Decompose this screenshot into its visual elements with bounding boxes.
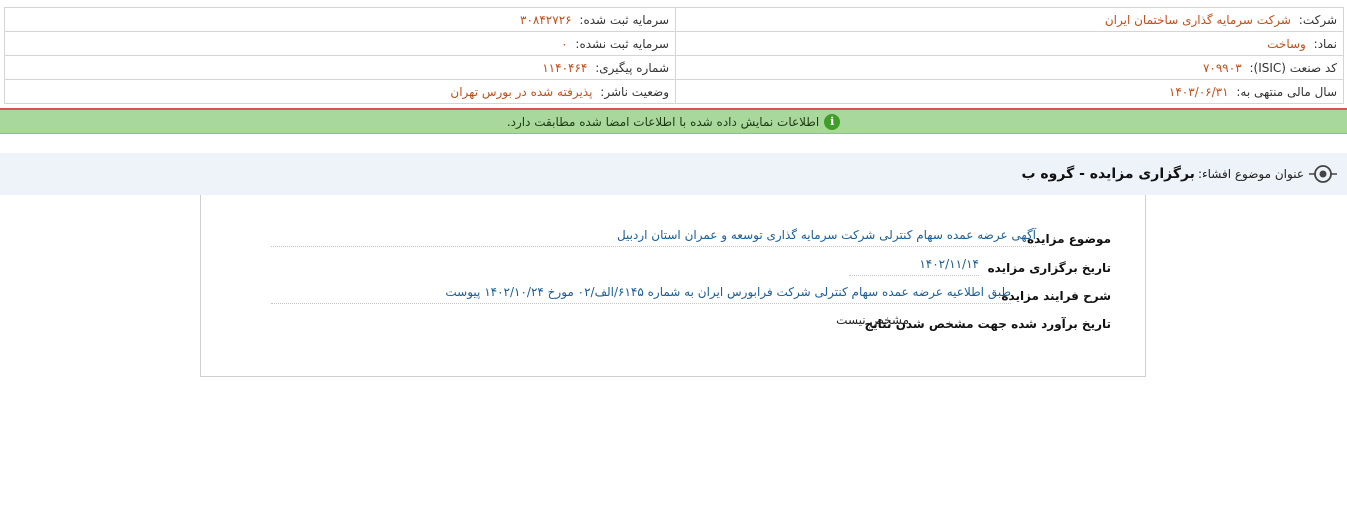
details-panel: موضوع مزایده آگهی عرضه عمده سهام کنترلی … — [200, 195, 1146, 377]
registered-capital-cell: سرمایه ثبت شده: ۳۰۸۴۲۷۲۶ — [4, 7, 676, 32]
isic-value: ۷۰۹۹۰۳ — [1202, 60, 1242, 75]
auction-process-label: شرح فرایند مزایده — [1001, 289, 1111, 303]
info-row: سال مالی منتهی به: ۱۴۰۳/۰۶/۳۱ وضعیت ناشر… — [4, 79, 1344, 104]
info-icon: i — [824, 113, 841, 130]
tracking-cell: شماره پیگیری: ۱۱۴۰۴۶۴ — [4, 55, 676, 80]
unregistered-capital-value: ۰ — [561, 36, 568, 51]
verification-banner: i اطلاعات نمایش داده شده با اطلاعات امضا… — [0, 110, 1347, 134]
symbol-label: نماد: — [1313, 36, 1337, 51]
company-value: شرکت سرمایه گذاری ساختمان ایران — [1104, 12, 1291, 27]
publisher-status-label: وضعیت ناشر: — [600, 84, 669, 99]
detail-row-subject: موضوع مزایده آگهی عرضه عمده سهام کنترلی … — [271, 228, 1111, 250]
disclosure-title-value: برگزاری مزایده - گروه ب — [1021, 166, 1195, 182]
detail-row-results: تاریخ برآورد شده جهت مشخص شدن نتایج مشخص… — [271, 313, 1111, 335]
detail-row-process: شرح فرایند مزایده طبق اطلاعیه عرضه عمده … — [271, 285, 1111, 307]
tracking-value: ۱۱۴۰۴۶۴ — [542, 60, 588, 75]
banner-text: اطلاعات نمایش داده شده با اطلاعات امضا ش… — [506, 114, 820, 129]
publisher-status-cell: وضعیت ناشر: پذیرفته شده در بورس تهران — [4, 79, 676, 104]
auction-subject-value: آگهی عرضه عمده سهام کنترلی شرکت سرمایه گ… — [271, 228, 1036, 247]
fiscal-year-value: ۱۴۰۳/۰۶/۳۱ — [1168, 84, 1229, 99]
results-date-value: مشخص نیست — [836, 313, 909, 327]
disclosure-title-bar: عنوان موضوع افشاء: برگزاری مزایده - گروه… — [0, 153, 1347, 195]
unregistered-capital-label: سرمایه ثبت نشده: — [575, 36, 669, 51]
isic-label: کد صنعت (ISIC): — [1249, 60, 1337, 75]
auction-date-value: ۱۴۰۲/۱۱/۱۴ — [849, 257, 979, 276]
registered-capital-value: ۳۰۸۴۲۷۲۶ — [520, 12, 572, 27]
disclosure-title-label: عنوان موضوع افشاء: — [1197, 167, 1304, 181]
registered-capital-label: سرمایه ثبت شده: — [579, 12, 669, 27]
detail-row-date: تاریخ برگزاری مزایده ۱۴۰۲/۱۱/۱۴ — [271, 257, 1111, 279]
info-row: کد صنعت (ISIC): ۷۰۹۹۰۳ شماره پیگیری: ۱۱۴… — [4, 55, 1344, 80]
company-info-table: شرکت: شرکت سرمایه گذاری ساختمان ایران سر… — [4, 7, 1344, 104]
auction-date-label: تاریخ برگزاری مزایده — [987, 261, 1111, 275]
auction-subject-label: موضوع مزایده — [1027, 232, 1111, 246]
company-label: شرکت: — [1298, 12, 1337, 27]
info-row: نماد: وساخت سرمایه ثبت نشده: ۰ — [4, 31, 1344, 56]
info-row: شرکت: شرکت سرمایه گذاری ساختمان ایران سر… — [4, 7, 1344, 32]
unregistered-capital-cell: سرمایه ثبت نشده: ۰ — [4, 31, 676, 56]
fiscal-year-label: سال مالی منتهی به: — [1236, 84, 1337, 99]
symbol-cell: نماد: وساخت — [675, 31, 1344, 56]
company-cell: شرکت: شرکت سرمایه گذاری ساختمان ایران — [675, 7, 1344, 32]
publisher-status-value: پذیرفته شده در بورس تهران — [450, 84, 593, 99]
tracking-label: شماره پیگیری: — [595, 60, 669, 75]
isic-cell: کد صنعت (ISIC): ۷۰۹۹۰۳ — [675, 55, 1344, 80]
target-icon — [1309, 160, 1337, 188]
symbol-value: وساخت — [1267, 36, 1306, 51]
auction-process-value: طبق اطلاعیه عرضه عمده سهام کنترلی شرکت ف… — [271, 285, 1011, 304]
fiscal-year-cell: سال مالی منتهی به: ۱۴۰۳/۰۶/۳۱ — [675, 79, 1344, 104]
